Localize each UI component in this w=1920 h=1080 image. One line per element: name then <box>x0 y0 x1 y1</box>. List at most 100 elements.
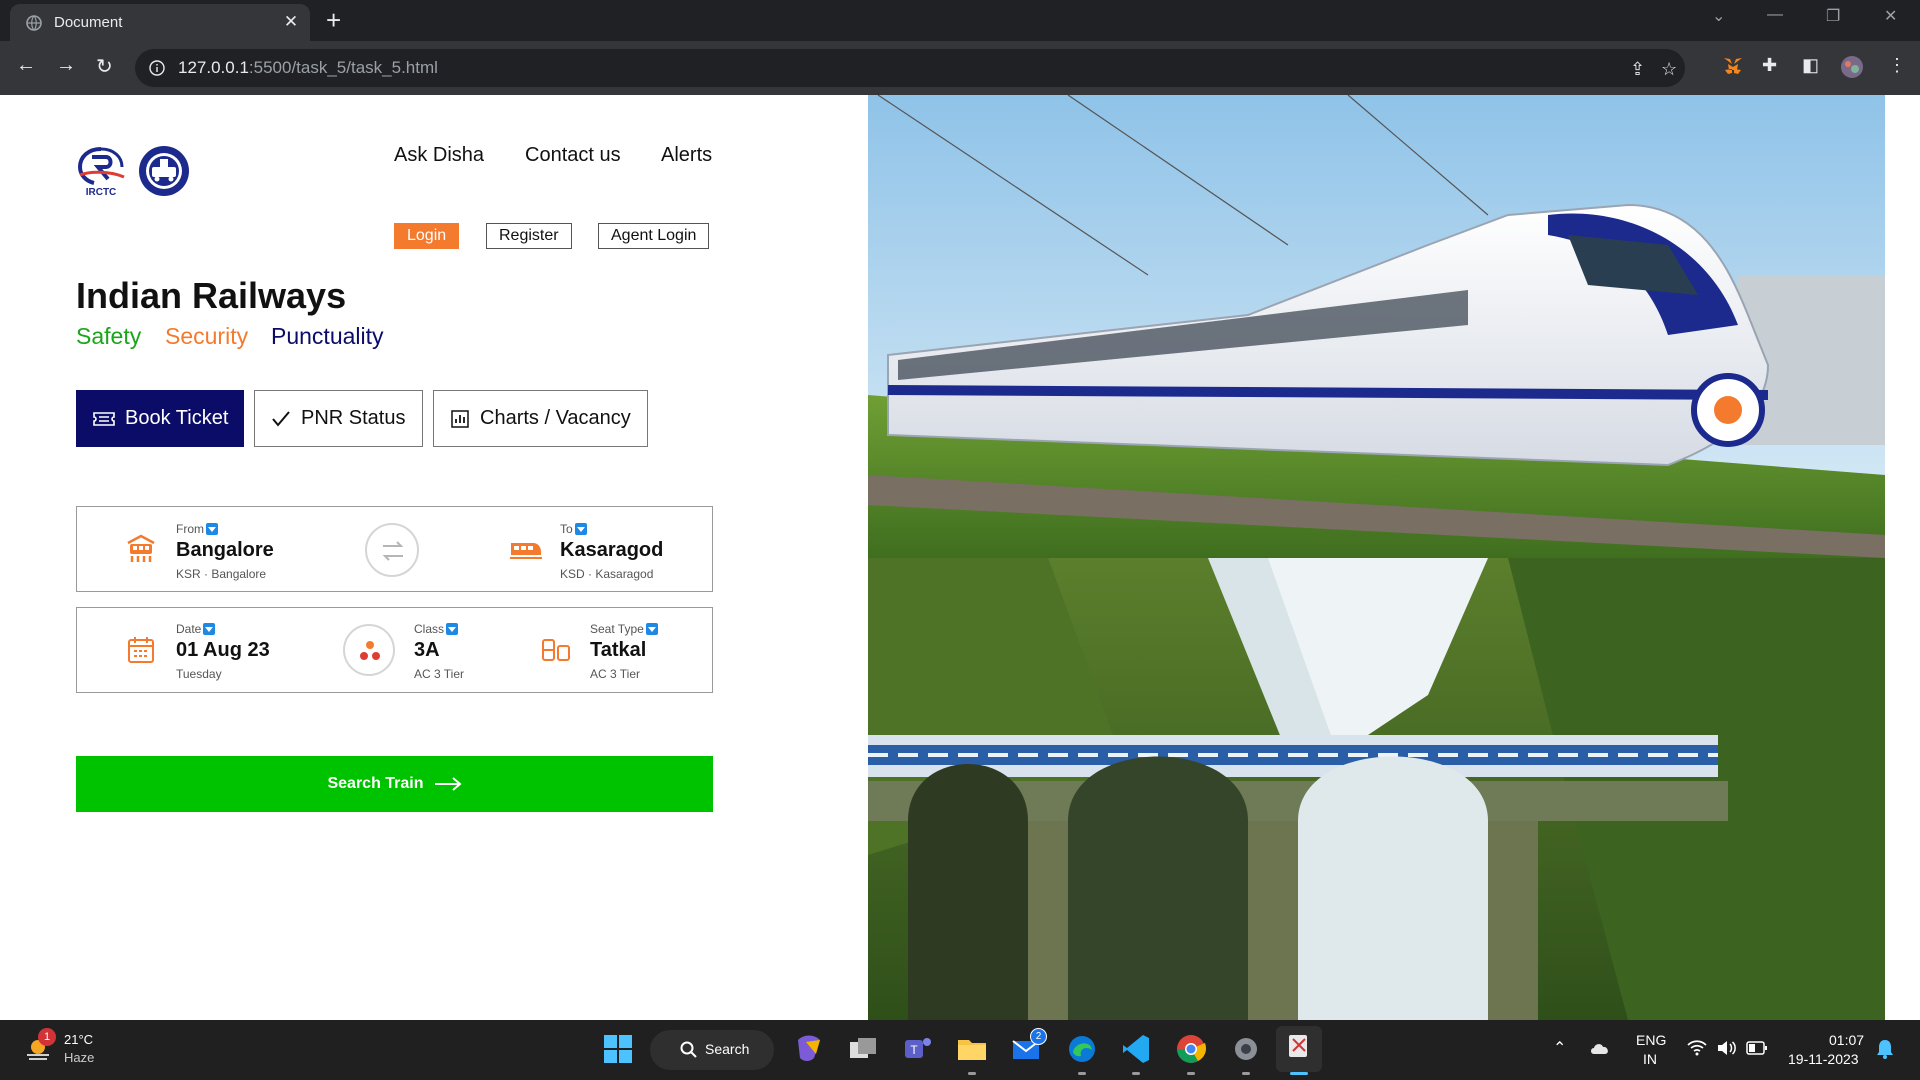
motto-security: Security <box>165 323 249 349</box>
tab-book-ticket[interactable]: Book Ticket <box>76 390 244 447</box>
date-label-text: Date <box>176 622 202 636</box>
volume-icon[interactable] <box>1716 1040 1736 1056</box>
seat-type-dropdown-icon[interactable] <box>645 623 658 635</box>
tab-pnr-status[interactable]: PNR Status <box>254 390 423 447</box>
vscode-icon[interactable] <box>1119 1032 1153 1066</box>
weather-widget[interactable]: 1 21°C Haze <box>18 1028 108 1072</box>
settings-running-indicator <box>1242 1072 1250 1075</box>
edge-icon[interactable] <box>1065 1032 1099 1066</box>
to-dropdown-icon[interactable] <box>574 523 587 535</box>
weather-desc: Haze <box>64 1050 95 1065</box>
to-label-text: To <box>560 522 573 536</box>
language-top[interactable]: ENG <box>1636 1032 1666 1048</box>
tab-search-icon[interactable]: ⌄ <box>1712 6 1725 26</box>
search-train-label: Search Train <box>327 775 424 792</box>
address-bar[interactable]: 127.0.0.1:5500/task_5/task_5.html ⇪ ☆ <box>135 49 1685 87</box>
from-station-value[interactable]: Bangalore <box>176 539 274 562</box>
chrome-icon[interactable] <box>1174 1032 1208 1066</box>
windows-taskbar: 1 21°C Haze Search T 2 ⌃ ENG IN 01:07 19… <box>0 1020 1920 1080</box>
motto-safety: Safety <box>76 323 142 349</box>
to-station-value[interactable]: Kasaragod <box>560 539 663 562</box>
date-label: Date <box>176 622 216 636</box>
back-icon[interactable]: ← <box>16 54 36 77</box>
indian-railways-emblem[interactable] <box>138 145 190 197</box>
station-icon <box>127 534 155 562</box>
tab-charts-vacancy[interactable]: Charts / Vacancy <box>433 390 648 447</box>
share-icon[interactable]: ⇪ <box>1630 59 1645 80</box>
svg-text:IRCTC: IRCTC <box>86 187 117 197</box>
browser-toolbar: ← → ↻ 127.0.0.1:5500/task_5/task_5.html … <box>0 41 1920 95</box>
url-text[interactable]: 127.0.0.1:5500/task_5/task_5.html <box>178 58 438 78</box>
date-value[interactable]: 01 Aug 23 <box>176 639 270 662</box>
snipping-tool-icon <box>1289 1035 1307 1057</box>
tray-overflow-icon[interactable]: ⌃ <box>1553 1038 1566 1058</box>
minimize-icon[interactable]: — <box>1767 6 1783 24</box>
hero-images <box>868 95 1885 1020</box>
register-button[interactable]: Register <box>486 223 572 249</box>
agent-login-button[interactable]: Agent Login <box>598 223 710 249</box>
battery-icon[interactable] <box>1746 1041 1768 1055</box>
arrow-right-icon <box>434 777 462 791</box>
irctc-logo[interactable]: IRCTC <box>74 145 128 197</box>
class-label-text: Class <box>414 622 445 636</box>
vscode-running-indicator <box>1132 1072 1140 1075</box>
bookmark-star-icon[interactable]: ☆ <box>1661 59 1677 80</box>
metamask-extension-icon[interactable] <box>1722 55 1744 82</box>
login-button[interactable]: Login <box>394 223 460 249</box>
reload-icon[interactable]: ↻ <box>96 54 113 79</box>
weather-temp: 21°C <box>64 1032 94 1047</box>
date-dropdown-icon[interactable] <box>203 623 216 635</box>
tab-close-icon[interactable]: ✕ <box>280 12 302 32</box>
class-dropdown-icon[interactable] <box>446 623 459 635</box>
language-bottom[interactable]: IN <box>1643 1051 1657 1067</box>
svg-text:T: T <box>910 1043 918 1057</box>
swap-icon <box>382 541 404 561</box>
browser-tab[interactable]: Document ✕ <box>10 4 310 41</box>
tab-pnr-status-label: PNR Status <box>301 407 406 429</box>
from-label-text: From <box>176 522 204 536</box>
nav-contact-us[interactable]: Contact us <box>525 144 621 167</box>
forward-icon[interactable]: → <box>56 54 76 77</box>
onedrive-icon[interactable] <box>1589 1040 1611 1056</box>
to-station-code: KSD · Kasaragod <box>560 567 654 581</box>
settings-gear-icon[interactable] <box>1229 1032 1263 1066</box>
waterfall-bridge-image <box>868 558 1885 1020</box>
seat-type-label-text: Seat Type <box>590 622 644 636</box>
file-explorer-icon[interactable] <box>955 1032 989 1066</box>
copilot-icon[interactable] <box>792 1032 826 1066</box>
wifi-icon[interactable] <box>1687 1040 1707 1056</box>
taskbar-search-box[interactable]: Search <box>650 1030 774 1070</box>
clock-date[interactable]: 19-11-2023 <box>1788 1051 1859 1067</box>
menu-kebab-icon[interactable]: ⋮ <box>1888 55 1906 76</box>
class-icon-circle <box>343 624 395 676</box>
from-dropdown-icon[interactable] <box>206 523 218 535</box>
file-explorer-running-indicator <box>968 1072 976 1075</box>
tab-book-ticket-label: Book Ticket <box>125 407 229 429</box>
ticket-icon <box>93 411 115 426</box>
tab-title: Document <box>54 14 123 31</box>
clock-time[interactable]: 01:07 <box>1829 1032 1864 1048</box>
nav-alerts[interactable]: Alerts <box>661 144 712 167</box>
restore-icon[interactable]: ❐ <box>1826 6 1840 26</box>
side-panel-icon[interactable]: ◧ <box>1802 55 1819 76</box>
class-value[interactable]: 3A <box>414 639 440 662</box>
new-tab-button[interactable]: + <box>326 6 341 34</box>
weather-badge: 1 <box>38 1028 56 1046</box>
tab-charts-vacancy-label: Charts / Vacancy <box>480 407 631 429</box>
windows-start-icon[interactable] <box>601 1032 635 1066</box>
edge-running-indicator <box>1078 1072 1086 1075</box>
notification-bell-icon[interactable] <box>1876 1039 1894 1059</box>
browser-tab-strip: Document ✕ + ⌄ — ❐ ✕ <box>0 0 1920 41</box>
close-window-icon[interactable]: ✕ <box>1884 6 1897 26</box>
task-view-icon[interactable] <box>846 1032 880 1066</box>
swap-stations-button[interactable] <box>365 523 419 577</box>
snipping-tool-active[interactable] <box>1276 1026 1322 1072</box>
class-dots-icon <box>360 641 380 660</box>
extensions-icon[interactable]: ✚ <box>1762 55 1777 76</box>
site-info-icon[interactable] <box>149 60 165 76</box>
nav-ask-disha[interactable]: Ask Disha <box>394 144 484 167</box>
teams-icon[interactable]: T <box>901 1032 935 1066</box>
seat-type-value[interactable]: Tatkal <box>590 639 646 662</box>
profile-avatar[interactable] <box>1840 55 1864 84</box>
search-train-button[interactable]: Search Train <box>76 756 713 812</box>
